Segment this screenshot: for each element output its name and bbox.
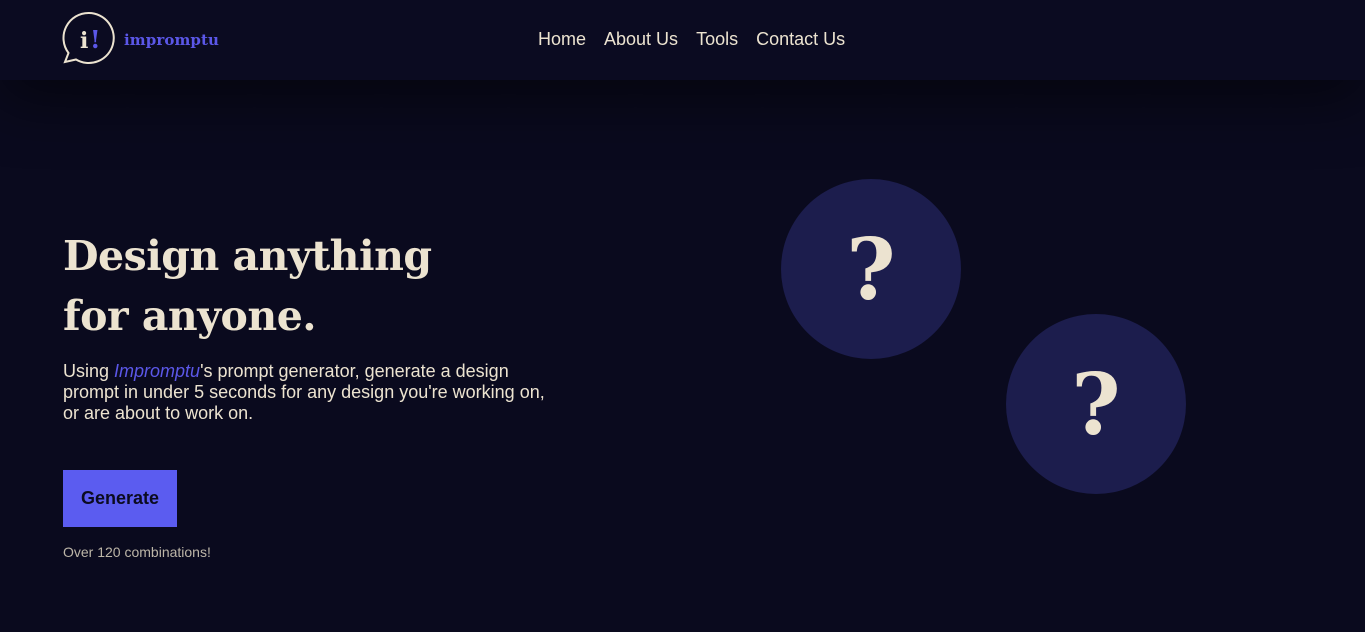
mystery-card-1: ? <box>781 179 961 359</box>
hero-title: Design anything for anyone. <box>63 226 432 346</box>
hero-description: Using Impromptu's prompt generator, gene… <box>63 361 553 424</box>
nav-home[interactable]: Home <box>538 27 586 51</box>
nav-contact-us[interactable]: Contact Us <box>756 27 845 51</box>
mystery-card-2: ? <box>1006 314 1186 494</box>
logo-link[interactable]: i ! impromptu <box>62 11 219 65</box>
navbar: i ! impromptu Home About Us Tools Contac… <box>0 0 1365 80</box>
hero-desc-prefix: Using <box>63 361 115 381</box>
combinations-note: Over 120 combinations! <box>63 544 211 560</box>
generate-button[interactable]: Generate <box>63 470 177 527</box>
question-mark-icon: ? <box>1071 355 1121 454</box>
hero-desc-brand: Impromptu <box>114 361 201 381</box>
nav-about-us[interactable]: About Us <box>604 27 678 51</box>
brand-name: impromptu <box>124 31 220 49</box>
main-nav: Home About Us Tools Contact Us <box>538 27 863 51</box>
svg-text:i: i <box>80 28 88 54</box>
hero-title-line-1: Design anything <box>63 232 432 280</box>
speech-bubble-logo-icon: i ! <box>62 11 116 65</box>
question-mark-icon: ? <box>846 220 896 319</box>
hero-title-line-2: for anyone. <box>63 292 317 340</box>
nav-tools[interactable]: Tools <box>696 27 738 51</box>
svg-text:!: ! <box>90 25 101 54</box>
